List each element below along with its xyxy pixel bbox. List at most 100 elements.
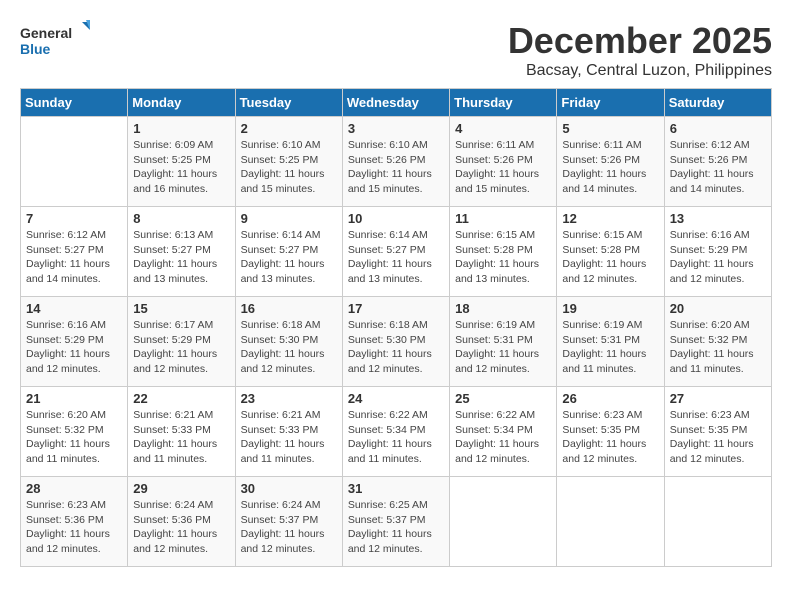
- day-info: Sunrise: 6:12 AMSunset: 5:27 PMDaylight:…: [26, 228, 122, 287]
- day-info: Sunrise: 6:22 AMSunset: 5:34 PMDaylight:…: [455, 408, 551, 467]
- day-number: 20: [670, 301, 766, 316]
- calendar-cell: 23 Sunrise: 6:21 AMSunset: 5:33 PMDayligh…: [235, 387, 342, 477]
- header-row: SundayMondayTuesdayWednesdayThursdayFrid…: [21, 89, 772, 117]
- calendar-cell: 11 Sunrise: 6:15 AMSunset: 5:28 PMDayligh…: [450, 207, 557, 297]
- calendar-cell: 4 Sunrise: 6:11 AMSunset: 5:26 PMDaylight…: [450, 117, 557, 207]
- day-number: 11: [455, 211, 551, 226]
- calendar-cell: 7 Sunrise: 6:12 AMSunset: 5:27 PMDaylight…: [21, 207, 128, 297]
- calendar-cell: 17Sunrise: 6:18 AMSunset: 5:30 PMDayligh…: [342, 297, 449, 387]
- day-number: 1: [133, 121, 229, 136]
- day-info: Sunrise: 6:14 AMSunset: 5:27 PMDaylight:…: [348, 228, 444, 287]
- day-info: Sunrise: 6:21 AMSunset: 5:33 PMDaylight:…: [133, 408, 229, 467]
- day-info: Sunrise: 6:16 AMSunset: 5:29 PMDaylight:…: [670, 228, 766, 287]
- day-info: Sunrise: 6:24 AMSunset: 5:37 PMDaylight:…: [241, 498, 337, 557]
- day-info: Sunrise: 6:23 AMSunset: 5:36 PMDaylight:…: [26, 498, 122, 557]
- calendar-cell: 22 Sunrise: 6:21 AMSunset: 5:33 PMDayligh…: [128, 387, 235, 477]
- day-info: Sunrise: 6:10 AMSunset: 5:26 PMDaylight:…: [348, 138, 444, 197]
- day-info: Sunrise: 6:12 AMSunset: 5:26 PMDaylight:…: [670, 138, 766, 197]
- calendar-week-row: 1 Sunrise: 6:09 AMSunset: 5:25 PMDaylight…: [21, 117, 772, 207]
- day-number: 28: [26, 481, 122, 496]
- day-header: Friday: [557, 89, 664, 117]
- day-number: 4: [455, 121, 551, 136]
- day-info: Sunrise: 6:24 AMSunset: 5:36 PMDaylight:…: [133, 498, 229, 557]
- calendar-table: SundayMondayTuesdayWednesdayThursdayFrid…: [20, 88, 772, 567]
- day-number: 9: [241, 211, 337, 226]
- calendar-cell: 3Sunrise: 6:10 AMSunset: 5:26 PMDaylight…: [342, 117, 449, 207]
- calendar-cell: 20 Sunrise: 6:20 AMSunset: 5:32 PMDayligh…: [664, 297, 771, 387]
- day-info: Sunrise: 6:13 AMSunset: 5:27 PMDaylight:…: [133, 228, 229, 287]
- day-number: 15: [133, 301, 229, 316]
- day-info: Sunrise: 6:20 AMSunset: 5:32 PMDaylight:…: [670, 318, 766, 377]
- day-number: 6: [670, 121, 766, 136]
- day-header: Thursday: [450, 89, 557, 117]
- day-info: Sunrise: 6:15 AMSunset: 5:28 PMDaylight:…: [455, 228, 551, 287]
- calendar-cell: 2 Sunrise: 6:10 AMSunset: 5:25 PMDaylight…: [235, 117, 342, 207]
- day-number: 26: [562, 391, 658, 406]
- day-info: Sunrise: 6:11 AMSunset: 5:26 PMDaylight:…: [455, 138, 551, 197]
- calendar-week-row: 14Sunrise: 6:16 AMSunset: 5:29 PMDayligh…: [21, 297, 772, 387]
- day-number: 2: [241, 121, 337, 136]
- calendar-cell: 24Sunrise: 6:22 AMSunset: 5:34 PMDayligh…: [342, 387, 449, 477]
- calendar-cell: 15Sunrise: 6:17 AMSunset: 5:29 PMDayligh…: [128, 297, 235, 387]
- day-number: 23: [241, 391, 337, 406]
- day-info: Sunrise: 6:14 AMSunset: 5:27 PMDaylight:…: [241, 228, 337, 287]
- calendar-cell: 6 Sunrise: 6:12 AMSunset: 5:26 PMDaylight…: [664, 117, 771, 207]
- day-number: 12: [562, 211, 658, 226]
- day-number: 18: [455, 301, 551, 316]
- calendar-cell: 8 Sunrise: 6:13 AMSunset: 5:27 PMDaylight…: [128, 207, 235, 297]
- calendar-cell: 13 Sunrise: 6:16 AMSunset: 5:29 PMDayligh…: [664, 207, 771, 297]
- calendar-cell: [21, 117, 128, 207]
- day-header: Sunday: [21, 89, 128, 117]
- logo-svg: General Blue: [20, 20, 90, 60]
- day-info: Sunrise: 6:22 AMSunset: 5:34 PMDaylight:…: [348, 408, 444, 467]
- day-number: 5: [562, 121, 658, 136]
- day-info: Sunrise: 6:21 AMSunset: 5:33 PMDaylight:…: [241, 408, 337, 467]
- day-number: 17: [348, 301, 444, 316]
- page-title: December 2025: [508, 20, 772, 62]
- day-header: Wednesday: [342, 89, 449, 117]
- calendar-cell: 28 Sunrise: 6:23 AMSunset: 5:36 PMDayligh…: [21, 477, 128, 567]
- day-info: Sunrise: 6:20 AMSunset: 5:32 PMDaylight:…: [26, 408, 122, 467]
- calendar-cell: 21 Sunrise: 6:20 AMSunset: 5:32 PMDayligh…: [21, 387, 128, 477]
- day-number: 27: [670, 391, 766, 406]
- calendar-cell: 16Sunrise: 6:18 AMSunset: 5:30 PMDayligh…: [235, 297, 342, 387]
- day-info: Sunrise: 6:09 AMSunset: 5:25 PMDaylight:…: [133, 138, 229, 197]
- calendar-cell: 14Sunrise: 6:16 AMSunset: 5:29 PMDayligh…: [21, 297, 128, 387]
- day-info: Sunrise: 6:23 AMSunset: 5:35 PMDaylight:…: [562, 408, 658, 467]
- calendar-cell: 5Sunrise: 6:11 AMSunset: 5:26 PMDaylight…: [557, 117, 664, 207]
- day-header: Saturday: [664, 89, 771, 117]
- calendar-week-row: 7 Sunrise: 6:12 AMSunset: 5:27 PMDaylight…: [21, 207, 772, 297]
- calendar-cell: 29 Sunrise: 6:24 AMSunset: 5:36 PMDayligh…: [128, 477, 235, 567]
- day-number: 13: [670, 211, 766, 226]
- day-info: Sunrise: 6:23 AMSunset: 5:35 PMDaylight:…: [670, 408, 766, 467]
- calendar-cell: 31Sunrise: 6:25 AMSunset: 5:37 PMDayligh…: [342, 477, 449, 567]
- day-number: 10: [348, 211, 444, 226]
- calendar-cell: 1 Sunrise: 6:09 AMSunset: 5:25 PMDaylight…: [128, 117, 235, 207]
- logo: General Blue: [20, 20, 90, 60]
- day-number: 22: [133, 391, 229, 406]
- day-number: 7: [26, 211, 122, 226]
- day-header: Tuesday: [235, 89, 342, 117]
- calendar-cell: [450, 477, 557, 567]
- day-header: Monday: [128, 89, 235, 117]
- day-number: 31: [348, 481, 444, 496]
- day-info: Sunrise: 6:10 AMSunset: 5:25 PMDaylight:…: [241, 138, 337, 197]
- svg-text:General: General: [20, 25, 72, 41]
- calendar-cell: 9 Sunrise: 6:14 AMSunset: 5:27 PMDaylight…: [235, 207, 342, 297]
- day-number: 30: [241, 481, 337, 496]
- day-number: 29: [133, 481, 229, 496]
- day-number: 8: [133, 211, 229, 226]
- calendar-week-row: 28 Sunrise: 6:23 AMSunset: 5:36 PMDayligh…: [21, 477, 772, 567]
- calendar-cell: 10 Sunrise: 6:14 AMSunset: 5:27 PMDayligh…: [342, 207, 449, 297]
- calendar-week-row: 21 Sunrise: 6:20 AMSunset: 5:32 PMDayligh…: [21, 387, 772, 477]
- day-number: 21: [26, 391, 122, 406]
- day-info: Sunrise: 6:19 AMSunset: 5:31 PMDaylight:…: [562, 318, 658, 377]
- day-number: 19: [562, 301, 658, 316]
- day-number: 14: [26, 301, 122, 316]
- day-info: Sunrise: 6:19 AMSunset: 5:31 PMDaylight:…: [455, 318, 551, 377]
- calendar-cell: 25 Sunrise: 6:22 AMSunset: 5:34 PMDayligh…: [450, 387, 557, 477]
- calendar-cell: 30 Sunrise: 6:24 AMSunset: 5:37 PMDayligh…: [235, 477, 342, 567]
- day-number: 25: [455, 391, 551, 406]
- day-number: 16: [241, 301, 337, 316]
- calendar-cell: 12Sunrise: 6:15 AMSunset: 5:28 PMDayligh…: [557, 207, 664, 297]
